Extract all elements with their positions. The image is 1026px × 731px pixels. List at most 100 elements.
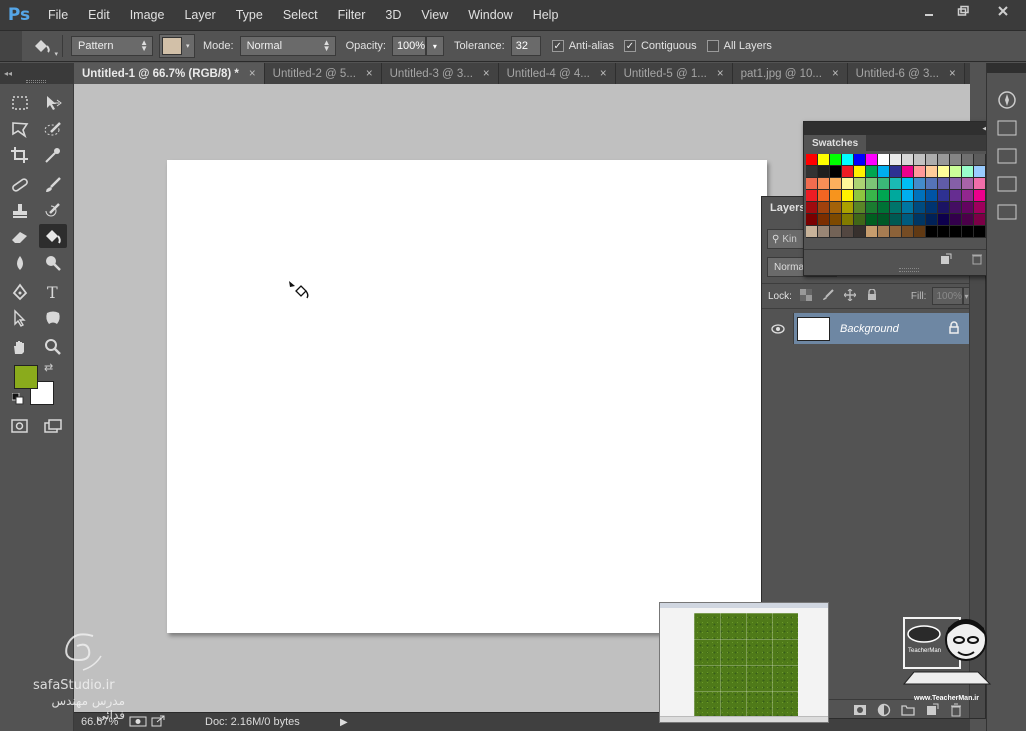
color-swatch[interactable] [854,202,866,214]
lasso-tool[interactable] [6,117,34,141]
color-swatch[interactable] [830,178,842,190]
document-canvas[interactable] [167,160,767,633]
color-swatch[interactable] [902,178,914,190]
color-swatch[interactable] [926,166,938,178]
crop-tool[interactable] [6,143,34,167]
color-swatch[interactable] [830,226,842,238]
color-swatch[interactable] [938,166,950,178]
quick-selection-tool[interactable] [39,117,67,141]
color-swatch[interactable] [854,226,866,238]
color-swatch[interactable] [866,190,878,202]
color-swatch[interactable] [950,214,962,226]
restore-icon[interactable] [946,0,980,22]
color-swatch[interactable] [890,166,902,178]
color-swatch[interactable] [878,154,890,166]
close-tab-icon[interactable]: × [832,68,839,80]
hand-tool[interactable] [6,335,34,359]
color-swatch[interactable] [974,202,986,214]
color-swatch[interactable] [890,214,902,226]
color-swatch[interactable] [926,190,938,202]
fill-source-select[interactable]: Pattern ▲ ▼ [71,36,153,56]
move-tool[interactable] [39,91,67,115]
color-swatch[interactable] [878,190,890,202]
color-swatch[interactable] [830,166,842,178]
color-swatch[interactable] [962,190,974,202]
zoom-tool[interactable] [39,335,67,359]
adjustments-icon[interactable] [994,201,1020,223]
color-swatch[interactable] [974,190,986,202]
color-swatch[interactable] [914,214,926,226]
menu-type[interactable]: Type [226,8,273,22]
status-menu-arrow-icon[interactable]: ▶ [340,717,348,728]
color-swatch[interactable] [974,166,986,178]
screen-mode-icon[interactable] [39,414,67,438]
color-swatch[interactable] [926,214,938,226]
color-swatch[interactable] [866,154,878,166]
menu-filter[interactable]: Filter [328,8,376,22]
add-mask-icon[interactable] [850,701,870,719]
color-swatch[interactable] [950,202,962,214]
menu-image[interactable]: Image [120,8,175,22]
color-swatch[interactable] [842,154,854,166]
color-swatch[interactable] [914,190,926,202]
color-swatch[interactable] [902,190,914,202]
fill-field[interactable]: 100% [932,287,964,305]
color-swatch[interactable] [902,214,914,226]
color-swatch[interactable] [866,202,878,214]
close-icon[interactable] [980,0,1026,22]
swatches-panel-header[interactable]: ◂◂ ✕ [804,122,1011,135]
color-swatch[interactable] [926,226,938,238]
document-tab[interactable]: Untitled-3 @ 3... × [381,63,499,84]
blur-tool[interactable] [6,251,34,275]
layer-visibility-toggle[interactable] [762,313,794,344]
navigator-icon[interactable] [994,89,1020,111]
color-swatch[interactable] [962,202,974,214]
color-swatch[interactable] [914,154,926,166]
color-swatch[interactable] [950,178,962,190]
all-layers-checkbox[interactable] [706,40,719,52]
color-swatch[interactable] [890,154,902,166]
menu-window[interactable]: Window [458,8,522,22]
proof-setup-icon[interactable] [129,715,147,730]
color-swatch[interactable] [842,166,854,178]
menu-select[interactable]: Select [273,8,328,22]
color-swatch[interactable] [818,178,830,190]
lock-transparent-icon[interactable] [799,288,812,304]
close-tab-icon[interactable]: × [483,68,490,80]
color-swatch[interactable] [854,178,866,190]
tools-panel-header[interactable]: ◂◂ [0,63,73,84]
opacity-dropdown[interactable]: ▾ [425,36,444,56]
color-swatch[interactable] [830,190,842,202]
color-swatch[interactable] [914,178,926,190]
custom-shape-tool[interactable] [39,306,67,330]
color-swatch[interactable] [878,202,890,214]
layer-row-background[interactable]: Background [762,313,970,344]
type-tool[interactable]: T [39,280,67,304]
color-swatch[interactable] [926,178,938,190]
color-swatch[interactable] [818,226,830,238]
marquee-tool[interactable] [6,91,34,115]
document-tab[interactable]: Untitled-5 @ 1... × [615,63,733,84]
color-swatch[interactable] [878,178,890,190]
color-swatch[interactable] [914,166,926,178]
delete-swatch-icon[interactable] [971,253,983,268]
close-tab-icon[interactable]: × [717,68,724,80]
color-swatch[interactable] [818,190,830,202]
color-swatch[interactable] [962,166,974,178]
contiguous-checkbox[interactable]: ✓ [623,40,636,52]
color-swatch[interactable] [950,190,962,202]
color-swatch[interactable] [830,214,842,226]
color-swatch[interactable] [938,202,950,214]
export-icon[interactable] [151,715,165,730]
document-tab[interactable]: Untitled-6 @ 3... × [847,63,965,84]
close-tab-icon[interactable]: × [366,68,373,80]
document-tab[interactable]: Untitled-4 @ 4... × [498,63,616,84]
lock-position-icon[interactable] [843,288,857,304]
menu-edit[interactable]: Edit [78,8,120,22]
color-swatch[interactable] [974,214,986,226]
color-swatch[interactable] [890,202,902,214]
menu-layer[interactable]: Layer [174,8,225,22]
color-swatch[interactable] [962,178,974,190]
info-icon[interactable] [994,145,1020,167]
color-swatch[interactable] [818,166,830,178]
